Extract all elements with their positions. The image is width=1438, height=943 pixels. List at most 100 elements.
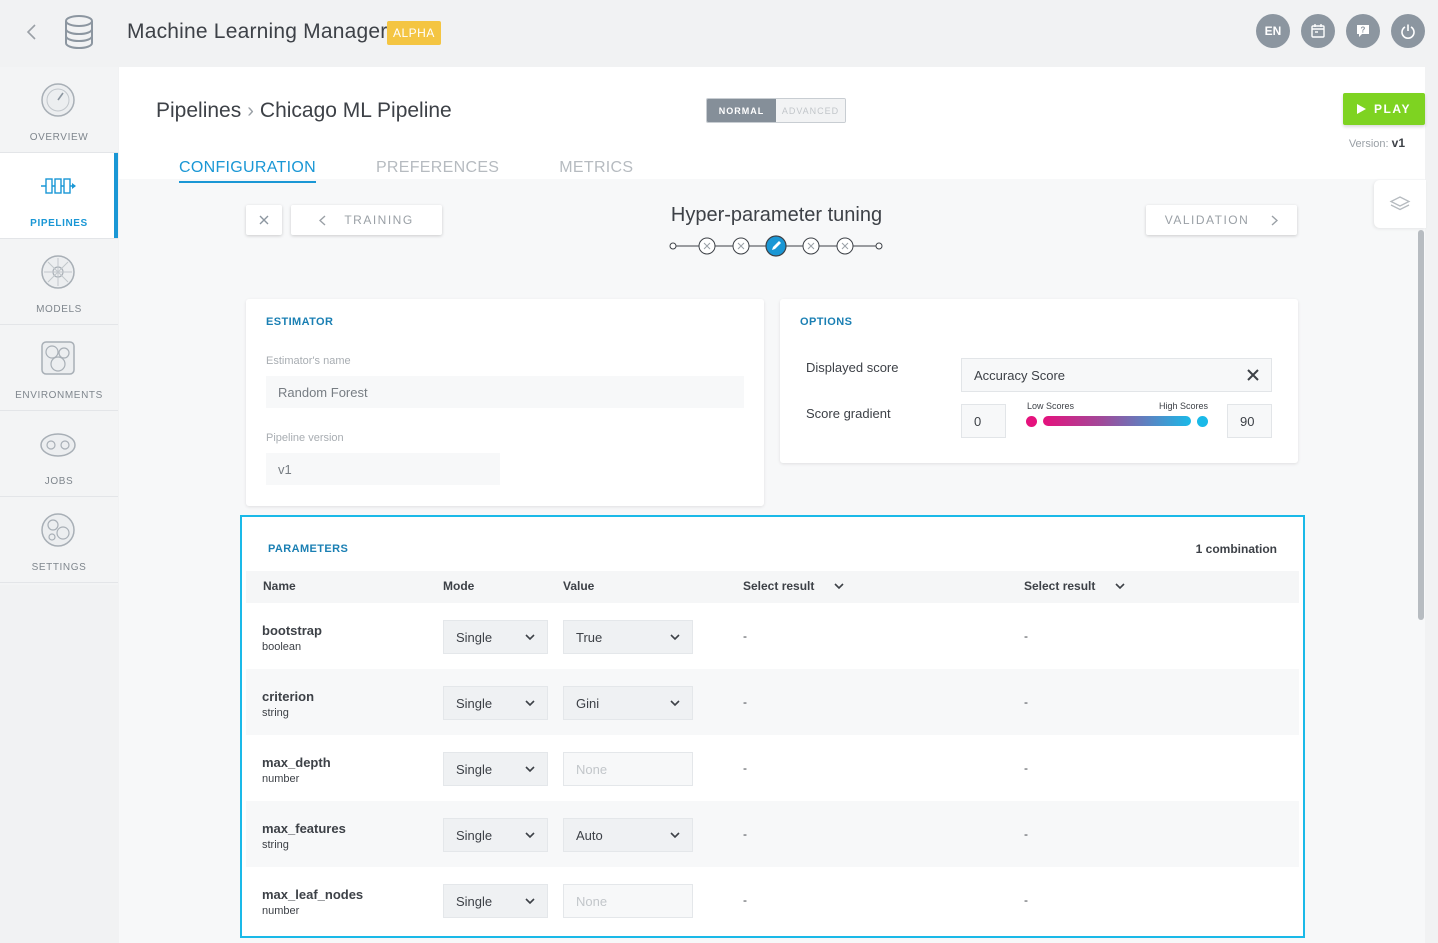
- sidebar-label: SETTINGS: [31, 562, 87, 573]
- power-icon[interactable]: [1391, 14, 1425, 48]
- next-step-label: VALIDATION: [1164, 213, 1250, 227]
- estimator-card: ESTIMATOR Estimator's name Random Forest…: [246, 299, 764, 506]
- sidebar-item-overview[interactable]: OVERVIEW: [0, 67, 118, 153]
- play-label: PLAY: [1374, 102, 1411, 116]
- prev-step-button[interactable]: TRAINING: [291, 205, 442, 235]
- select-result-label: Select result: [743, 579, 815, 593]
- param-name: criterion: [262, 689, 315, 704]
- select-result-label: Select result: [1024, 579, 1096, 593]
- tab-metrics[interactable]: METRICS: [559, 159, 633, 183]
- chevron-down-icon: [525, 832, 535, 839]
- version-value: v1: [1391, 136, 1405, 150]
- param-value: True: [576, 629, 603, 645]
- high-scores-label: High Scores: [1159, 401, 1209, 411]
- sidebar-item-settings[interactable]: SETTINGS: [0, 497, 118, 583]
- sidebar-item-pipelines[interactable]: PIPELINES: [0, 153, 118, 239]
- result-1-value: -: [743, 629, 747, 643]
- chevron-down-icon: [1115, 583, 1125, 590]
- chevron-left-icon: [319, 214, 326, 226]
- select-result-dropdown-2[interactable]: Select result: [1024, 579, 1125, 593]
- parameters-panel: PARAMETERS 1 combination Name Mode Value…: [240, 515, 1305, 938]
- table-row: max_leaf_nodes number Single None - -: [246, 867, 1299, 933]
- language-button[interactable]: EN: [1256, 14, 1290, 48]
- gradient-min-input[interactable]: 0: [961, 404, 1006, 438]
- chevron-down-icon: [525, 634, 535, 641]
- sidebar-item-models[interactable]: MODELS: [0, 239, 118, 325]
- chevron-down-icon: [834, 583, 844, 590]
- value-select[interactable]: True: [563, 620, 693, 654]
- top-bar: Machine Learning Manager ALPHA EN ?: [0, 0, 1438, 66]
- tab-configuration[interactable]: CONFIGURATION: [179, 159, 316, 183]
- result-2-value: -: [1024, 827, 1028, 841]
- mode-advanced-button[interactable]: ADVANCED: [776, 99, 845, 122]
- low-scores-label: Low Scores: [1027, 401, 1075, 411]
- options-title: OPTIONS: [800, 316, 853, 328]
- sidebar-item-jobs[interactable]: JOBS: [0, 411, 118, 497]
- mode-select[interactable]: Single: [443, 884, 548, 918]
- play-icon: [1357, 104, 1367, 114]
- model-icon: [41, 255, 75, 289]
- chevron-down-icon: [670, 634, 680, 641]
- mode-normal-button[interactable]: NORMAL: [707, 99, 776, 122]
- value-select[interactable]: Gini: [563, 686, 693, 720]
- tab-preferences[interactable]: PREFERENCES: [376, 159, 499, 183]
- result-2-value: -: [1024, 629, 1028, 643]
- sidebar-label: PIPELINES: [30, 218, 88, 229]
- mode-value: Single: [456, 761, 493, 777]
- mode-value: Single: [456, 827, 493, 843]
- play-button[interactable]: PLAY: [1343, 93, 1425, 125]
- high-score-handle[interactable]: [1197, 416, 1208, 427]
- pipeline-icon: [41, 178, 76, 194]
- gradient-max-input[interactable]: 90: [1227, 404, 1272, 438]
- estimator-title: ESTIMATOR: [266, 316, 334, 328]
- settings-icon: [41, 513, 75, 547]
- result-2-value: -: [1024, 761, 1028, 775]
- breadcrumb: Pipelines › Chicago ML Pipeline: [156, 99, 452, 123]
- back-arrow-icon[interactable]: [20, 20, 42, 44]
- param-value: Gini: [576, 695, 600, 711]
- result-1-value: -: [743, 893, 747, 907]
- chevron-right-icon: [1271, 214, 1279, 226]
- breadcrumb-root[interactable]: Pipelines: [156, 99, 241, 123]
- layers-panel-toggle[interactable]: [1374, 180, 1426, 228]
- step-title: Hyper-parameter tuning: [670, 204, 883, 226]
- sidebar-label: JOBS: [44, 476, 74, 487]
- param-name: max_leaf_nodes: [262, 887, 364, 902]
- low-score-handle[interactable]: [1026, 416, 1037, 427]
- sidebar-item-environments[interactable]: ENVIRONMENTS: [0, 325, 118, 411]
- clear-icon[interactable]: [1247, 369, 1259, 381]
- next-step-button[interactable]: VALIDATION: [1146, 205, 1297, 235]
- value-input[interactable]: None: [563, 884, 693, 918]
- chevron-down-icon: [525, 898, 535, 905]
- mode-select[interactable]: Single: [443, 686, 548, 720]
- parameters-title: PARAMETERS: [268, 543, 349, 555]
- param-type: string: [262, 839, 289, 851]
- vertical-scrollbar[interactable]: [1418, 230, 1424, 620]
- table-row: criterion string Single Gini - -: [246, 669, 1299, 735]
- help-chat-icon[interactable]: ?: [1346, 14, 1380, 48]
- sidebar: OVERVIEW PIPELINES MODELS ENVIRONMENTS J…: [0, 67, 118, 585]
- combinations-count: 1 combination: [1195, 542, 1277, 556]
- mode-select[interactable]: Single: [443, 620, 548, 654]
- displayed-score-select[interactable]: Accuracy Score: [961, 358, 1272, 392]
- calendar-icon[interactable]: [1301, 14, 1335, 48]
- mode-select[interactable]: Single: [443, 818, 548, 852]
- result-2-value: -: [1024, 695, 1028, 709]
- chevron-down-icon: [525, 766, 535, 773]
- close-button[interactable]: [246, 205, 282, 235]
- param-name: max_features: [262, 821, 346, 836]
- table-row: max_features string Single Auto - -: [246, 801, 1299, 867]
- table-row: max_depth number Single None - -: [246, 735, 1299, 801]
- select-result-dropdown-1[interactable]: Select result: [743, 579, 844, 593]
- gauge-icon: [41, 83, 75, 117]
- param-type: boolean: [262, 641, 302, 653]
- value-input[interactable]: None: [563, 752, 693, 786]
- value-select[interactable]: Auto: [563, 818, 693, 852]
- mode-select[interactable]: Single: [443, 752, 548, 786]
- estimator-name-label: Estimator's name: [266, 355, 351, 367]
- breadcrumb-chevron-icon: ›: [247, 99, 254, 122]
- mode-value: Single: [456, 629, 493, 645]
- sidebar-label: ENVIRONMENTS: [15, 390, 103, 401]
- result-1-value: -: [743, 827, 747, 841]
- estimator-name-field: Random Forest: [266, 376, 744, 408]
